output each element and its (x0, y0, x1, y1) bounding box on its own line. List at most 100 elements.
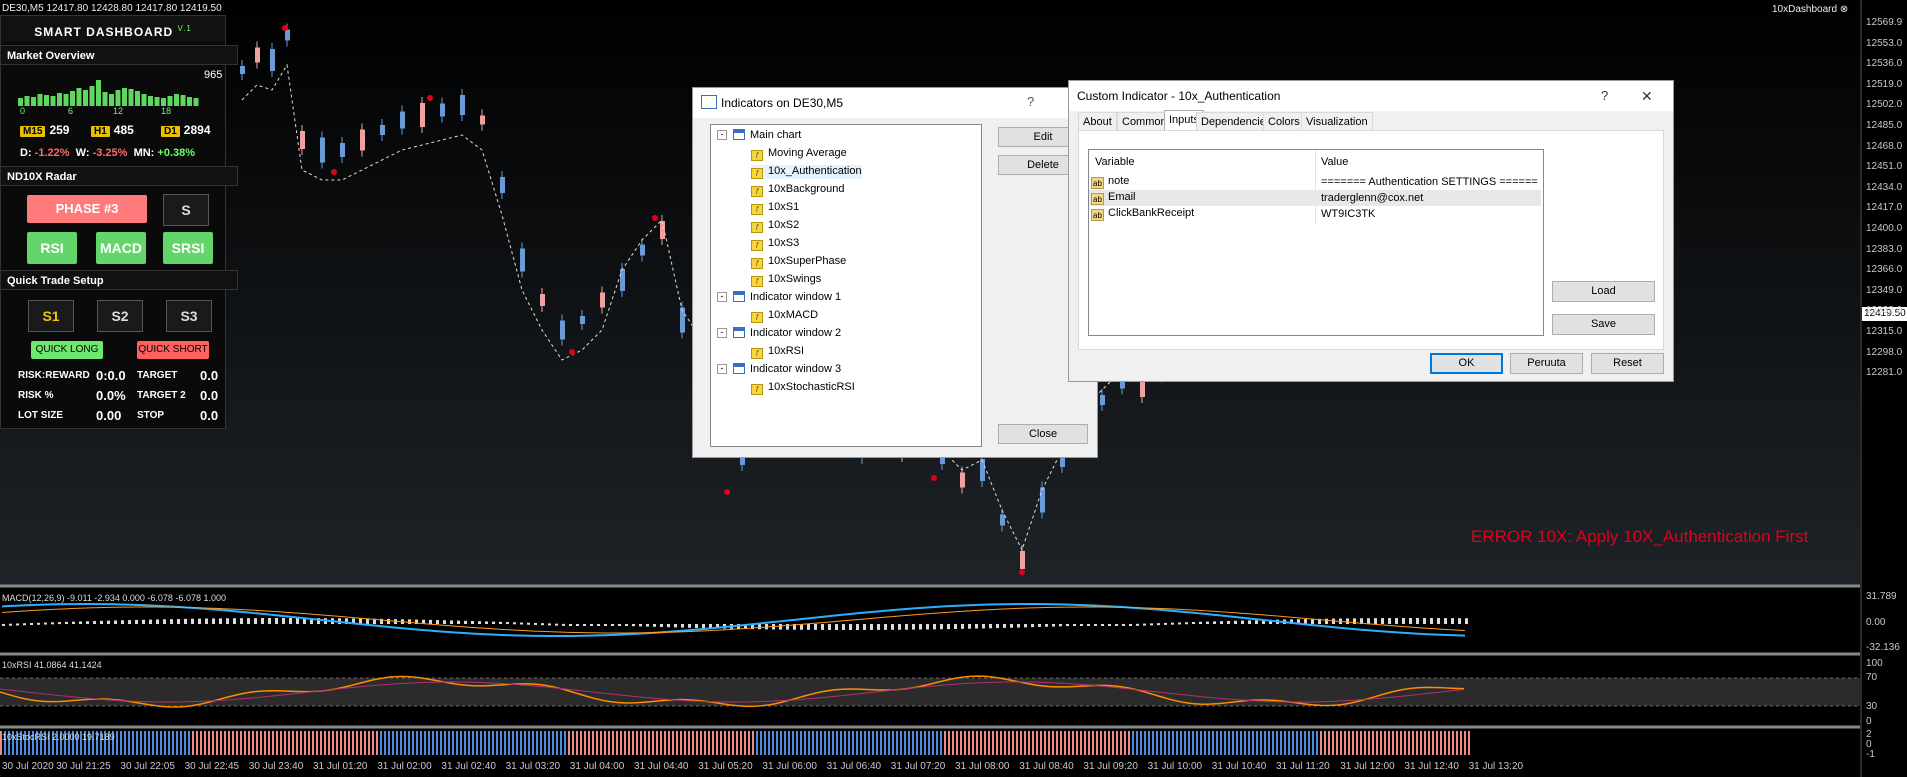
macd-hist-bar (247, 618, 250, 624)
srsi-bar (660, 731, 662, 755)
macd-hist-bar (912, 624, 915, 630)
macd-hist-bar (863, 624, 866, 630)
tree-item[interactable]: f 10xMACD (751, 309, 818, 323)
macd-hist-bar (268, 618, 271, 624)
tab-about[interactable]: About (1078, 112, 1117, 131)
tree-item[interactable]: Indicator window 1 (733, 291, 841, 303)
srsi-bar (788, 731, 790, 755)
srsi-bar (1420, 731, 1422, 755)
phase-button[interactable]: PHASE #3 (27, 195, 147, 223)
input-row[interactable]: ab ClickBankReceipt WT9IC3TK (1089, 206, 1541, 222)
macd-hist-bar (1395, 618, 1398, 624)
price-tick: 12553.0 (1866, 37, 1903, 49)
s1-button[interactable]: S1 (28, 300, 74, 332)
s-button[interactable]: S (163, 194, 209, 226)
tree-item[interactable]: f 10x_Authentication (751, 165, 862, 179)
tree-item[interactable]: f 10xS1 (751, 201, 799, 215)
help-icon[interactable]: ? (1601, 88, 1608, 103)
close-button[interactable]: Close (998, 424, 1088, 444)
collapse-icon[interactable]: - (717, 130, 727, 140)
macd-hist-bar (653, 624, 656, 627)
cancel-button[interactable]: Peruuta (1510, 353, 1583, 374)
srsi-bar (1336, 731, 1338, 755)
macd-hist-bar (1003, 624, 1006, 628)
tree-item[interactable]: f 10xStochasticRSI (751, 381, 855, 395)
save-button[interactable]: Save (1552, 314, 1655, 335)
time-tick: 30 Jul 2020 (2, 761, 54, 772)
srsi-bar (196, 731, 198, 755)
tree-item[interactable]: f 10xSuperPhase (751, 255, 846, 269)
srsi-bar (312, 731, 314, 755)
tree-item[interactable]: f 10xSwings (751, 273, 821, 287)
s3-button[interactable]: S3 (166, 300, 212, 332)
collapse-icon[interactable]: - (717, 292, 727, 302)
srsi-bar (1032, 731, 1034, 755)
macd-hist-bar (954, 624, 957, 629)
input-row[interactable]: ab note ======= Authentication SETTINGS ==… (1089, 174, 1541, 190)
srsi-bar (812, 731, 814, 755)
macd-hist-bar (1465, 618, 1468, 624)
tree-item[interactable]: f 10xS3 (751, 237, 799, 251)
srsi-bar (608, 731, 610, 755)
indicator-icon: f (751, 258, 763, 269)
tree-item-label: 10xBackground (768, 183, 845, 195)
macd-button[interactable]: MACD (96, 232, 146, 264)
load-button[interactable]: Load (1552, 281, 1655, 302)
close-icon[interactable]: ✕ (1641, 88, 1653, 105)
input-row[interactable]: ab Email traderglenn@cox.net (1089, 190, 1541, 206)
candle-body (580, 316, 585, 324)
srsi-bar (512, 731, 514, 755)
collapse-icon[interactable]: - (717, 328, 727, 338)
tree-item[interactable]: f 10xRSI (751, 345, 804, 359)
dashboard-toggle-icon[interactable]: ⊗ (1840, 4, 1848, 15)
srsi-bar (376, 731, 378, 755)
tree-item[interactable]: Main chart (733, 129, 801, 141)
s2-button[interactable]: S2 (97, 300, 143, 332)
time-tick: 31 Jul 04:40 (634, 761, 689, 772)
input-value[interactable]: ======= Authentication SETTINGS ====== (1321, 176, 1538, 188)
srsi-bar (732, 731, 734, 755)
input-value[interactable]: WT9IC3TK (1321, 208, 1375, 220)
macd-hist-bar (856, 624, 859, 630)
market-bar (70, 91, 75, 106)
srsi-button[interactable]: SRSI (163, 232, 213, 264)
srsi-bar (380, 731, 382, 755)
srsi-bar (988, 731, 990, 755)
reset-button[interactable]: Reset (1591, 353, 1664, 374)
srsi-bar (1140, 731, 1142, 755)
macd-hist-bar (1311, 618, 1314, 624)
tree-item[interactable]: Indicator window 3 (733, 363, 841, 375)
tree-item[interactable]: f 10xBackground (751, 183, 844, 197)
collapse-icon[interactable]: - (717, 364, 727, 374)
macd-hist-bar (1220, 621, 1223, 624)
srsi-bar (236, 731, 238, 755)
macd-hist-bar (44, 622, 47, 625)
quick-long-button[interactable]: QUICK LONG (31, 341, 103, 359)
tab-colors[interactable]: Colors (1263, 112, 1305, 131)
tree-item[interactable]: f Moving Average (751, 147, 847, 161)
srsi-bar (656, 731, 658, 755)
rsi-button[interactable]: RSI (27, 232, 77, 264)
tab-visualization[interactable]: Visualization (1301, 112, 1373, 131)
market-bar (174, 94, 179, 106)
help-icon[interactable]: ? (1027, 94, 1034, 109)
param-value: 0.0 (200, 408, 219, 423)
inputs-grid[interactable]: Variable Value ab note ======= Authenticat… (1088, 149, 1544, 336)
tree-item[interactable]: f 10xS2 (751, 219, 799, 233)
macd-hist-bar (835, 624, 838, 630)
bar-axis-6: 6 (68, 106, 74, 116)
input-variable: ab note (1091, 175, 1129, 189)
macd-hist-bar (1206, 621, 1209, 624)
custom-dialog-title: Custom Indicator - 10x_Authentication (1069, 81, 1673, 111)
ok-button[interactable]: OK (1430, 353, 1503, 374)
srsi-bar (760, 731, 762, 755)
srsi-bar (584, 731, 586, 755)
srsi-bar (224, 731, 226, 755)
quick-short-button[interactable]: QUICK SHORT (137, 341, 209, 359)
tree-item[interactable]: Indicator window 2 (733, 327, 841, 339)
srsi-bar (904, 731, 906, 755)
input-value[interactable]: traderglenn@cox.net (1321, 192, 1423, 204)
indicators-tree[interactable]: Main chart - f Moving Average f 10x_Authentic… (710, 124, 982, 447)
srsi-bar (688, 731, 690, 755)
macd-hist-bar (618, 624, 621, 626)
